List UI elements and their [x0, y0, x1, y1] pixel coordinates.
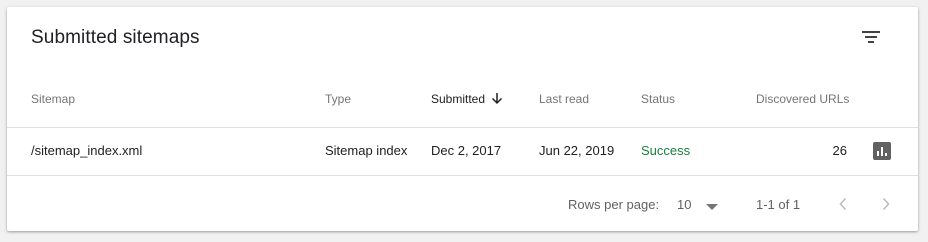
column-header-sitemap[interactable]: Sitemap: [31, 92, 75, 106]
column-header-discovered-urls[interactable]: Discovered URLs: [756, 92, 849, 106]
cell-last-read: Jun 22, 2019: [539, 143, 615, 158]
cell-status: Success: [641, 143, 691, 158]
chevron-right-icon: [882, 197, 890, 211]
column-header-status[interactable]: Status: [641, 92, 675, 106]
next-page-button[interactable]: [876, 193, 896, 215]
dropdown-arrow-icon: [706, 204, 718, 210]
cell-discovered-urls: 26: [832, 143, 847, 158]
cell-type: Sitemap index: [325, 143, 408, 158]
rows-per-page-select[interactable]: 10: [677, 195, 725, 215]
filter-list-icon: [862, 31, 880, 43]
filter-button[interactable]: [855, 21, 887, 53]
column-header-submitted[interactable]: Submitted: [431, 92, 503, 106]
column-header-submitted-label: Submitted: [431, 92, 486, 106]
rows-per-page-label: Rows per page:: [568, 197, 660, 212]
column-header-last-read[interactable]: Last read: [539, 92, 589, 106]
bar-chart-icon[interactable]: [873, 142, 891, 160]
cell-submitted: Dec 2, 2017: [431, 143, 502, 158]
row-divider: [7, 175, 918, 176]
header-divider: [7, 127, 918, 128]
arrow-down-icon: [492, 93, 503, 105]
card-title: Submitted sitemaps: [31, 27, 200, 48]
rows-per-page-value: 10: [677, 197, 692, 212]
chevron-left-icon: [839, 197, 847, 211]
pagination-range: 1-1 of 1: [756, 197, 801, 212]
previous-page-button[interactable]: [833, 193, 853, 215]
cell-sitemap: /sitemap_index.xml: [31, 143, 143, 158]
column-header-type[interactable]: Type: [325, 92, 351, 106]
submitted-sitemaps-card: Submitted sitemaps Sitemap Type Submitte…: [7, 7, 918, 231]
